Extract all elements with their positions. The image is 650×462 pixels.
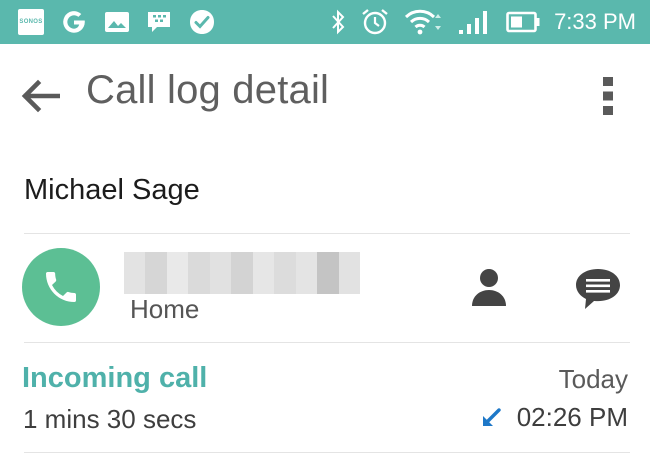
photos-icon (104, 11, 130, 33)
send-message-button[interactable] (570, 262, 626, 316)
divider (24, 452, 630, 453)
battery-icon (506, 11, 540, 33)
alarm-icon (360, 7, 390, 37)
divider (24, 233, 630, 234)
call-time: 02:26 PM (516, 402, 628, 432)
contact-name: Michael Sage (24, 174, 200, 206)
phone-number-redacted (124, 252, 360, 294)
message-icon (576, 269, 620, 309)
bluetooth-icon (330, 9, 346, 35)
person-icon (472, 269, 506, 306)
phone-icon (46, 272, 76, 302)
page-title: Call log detail (86, 68, 330, 112)
google-icon (60, 8, 88, 36)
overflow-menu-button[interactable] (590, 72, 626, 120)
sonos-label: SONOS (18, 9, 44, 35)
call-button[interactable] (22, 248, 100, 326)
sonos-icon: SONOS (18, 9, 44, 35)
notification-icons: SONOS (18, 8, 232, 36)
back-button[interactable] (18, 74, 62, 118)
status-clock: 7:33 PM (554, 9, 636, 34)
bbm-icon (146, 10, 172, 34)
number-type-label: Home (130, 294, 200, 324)
more-vert-icon (603, 77, 613, 115)
divider (24, 342, 630, 343)
call-time-row: 02:26 PM (481, 402, 628, 433)
incoming-arrow-icon (481, 407, 501, 428)
status-bar: SONOS 7:33 PM (0, 0, 650, 44)
call-day: Today (558, 364, 628, 394)
call-type-label: Incoming call (22, 362, 208, 394)
signal-icon (458, 9, 492, 35)
call-duration: 1 mins 30 secs (23, 404, 197, 434)
view-contact-button[interactable] (464, 262, 514, 312)
wifi-icon (404, 8, 444, 36)
check-icon (188, 8, 216, 36)
system-icons: 7:33 PM (316, 7, 636, 37)
back-arrow-icon (21, 79, 60, 113)
app-bar: Call log detail (0, 44, 650, 148)
